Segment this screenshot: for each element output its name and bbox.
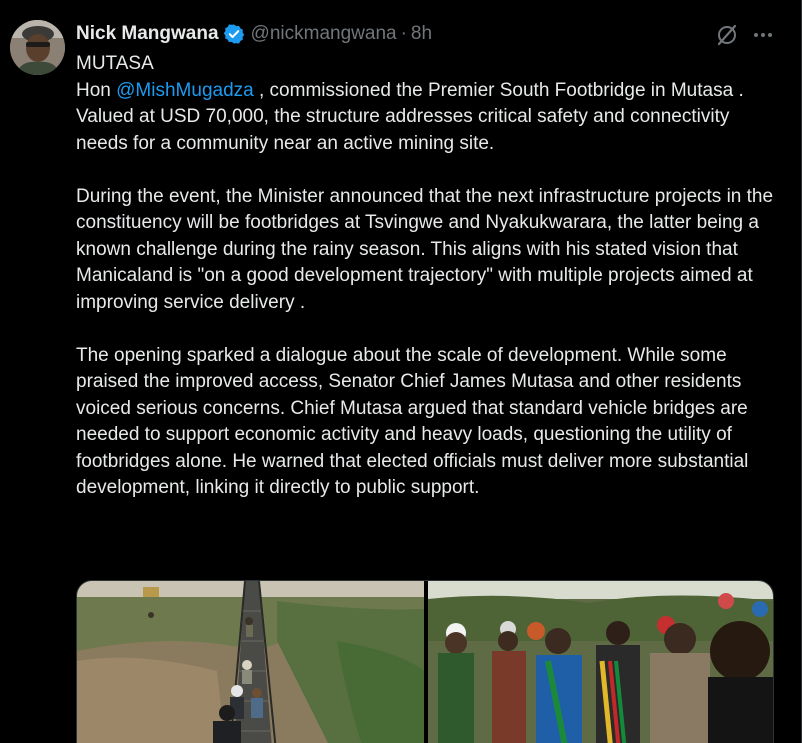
tweet-paragraph-3: The opening sparked a dialogue about the… bbox=[76, 344, 749, 499]
avatar[interactable] bbox=[10, 20, 65, 75]
author-display-name[interactable]: Nick Mangwana bbox=[76, 23, 219, 45]
tweet[interactable]: Nick Mangwana @nickmangwana · 8h MUTASA … bbox=[0, 0, 802, 743]
avatar-image bbox=[10, 20, 65, 75]
more-options-icon[interactable] bbox=[750, 22, 776, 48]
grok-icon[interactable] bbox=[714, 22, 740, 48]
author-handle[interactable]: @nickmangwana bbox=[251, 23, 397, 45]
tweet-paragraph-1: Hon @MishMugadza , commissioned the Prem… bbox=[76, 78, 786, 158]
ribbon-cutting-crowd-photo[interactable] bbox=[428, 581, 773, 743]
timestamp[interactable]: 8h bbox=[411, 23, 432, 45]
separator-dot: · bbox=[400, 23, 407, 44]
tweet-paragraph-2: During the event, the Minister announced… bbox=[76, 185, 774, 313]
tweet-header: Nick Mangwana @nickmangwana · 8h bbox=[76, 20, 432, 48]
verified-badge-icon bbox=[223, 23, 245, 45]
tweet-text: MUTASA Hon @MishMugadza , commissioned t… bbox=[76, 51, 786, 502]
tweet-heading: MUTASA bbox=[76, 53, 154, 74]
paragraph-prefix: Hon bbox=[76, 79, 117, 101]
mention-link[interactable]: @MishMugadza bbox=[116, 80, 254, 101]
media-grid bbox=[76, 580, 774, 743]
footbridge-photo[interactable] bbox=[77, 581, 424, 743]
